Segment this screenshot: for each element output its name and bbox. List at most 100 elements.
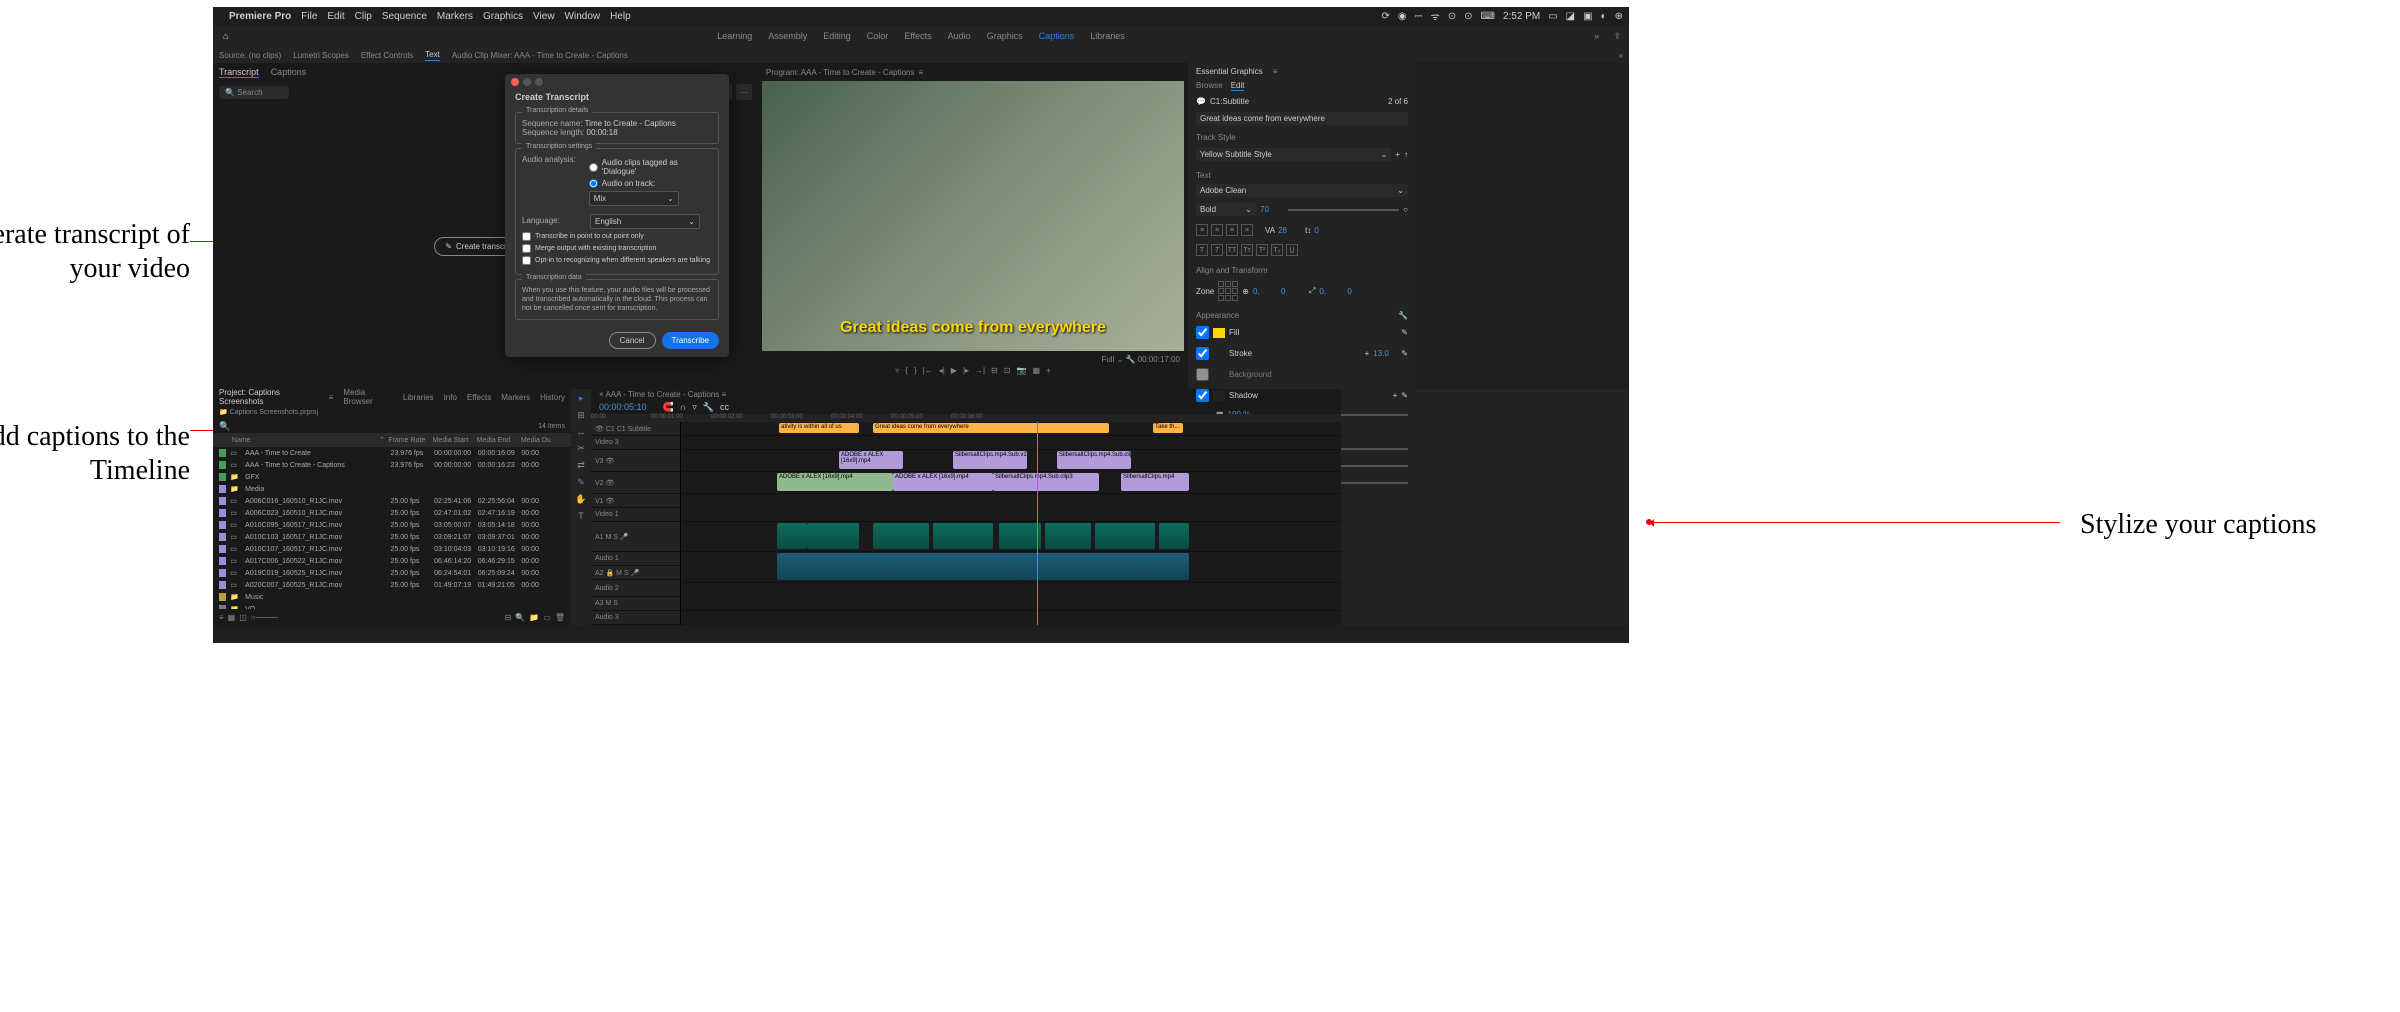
video-clip[interactable]: ADOBE x ALEX [16x9].mp4 bbox=[893, 473, 993, 491]
ripple-tool-icon[interactable]: ↔ bbox=[577, 427, 586, 437]
add-stroke-icon[interactable]: + bbox=[1365, 349, 1370, 358]
a1-header[interactable]: A1 M S 🎤 bbox=[595, 533, 629, 541]
col-start[interactable]: Media Start bbox=[433, 437, 477, 444]
eyedropper-icon[interactable]: ✎ bbox=[1401, 328, 1408, 337]
safe-margins-icon[interactable]: ▦ bbox=[1033, 366, 1041, 375]
project-item[interactable]: ▭AAA - Time to Create23.976 fps00:00:00:… bbox=[213, 447, 571, 459]
tab-captions[interactable]: Captions bbox=[271, 67, 307, 77]
proj-tab-effects[interactable]: Effects bbox=[467, 393, 491, 402]
more-icon[interactable]: ⋯ bbox=[736, 84, 752, 100]
add-shadow-icon[interactable]: + bbox=[1393, 391, 1398, 400]
zone-mr[interactable] bbox=[1232, 288, 1238, 294]
project-item[interactable]: ▭A010C095_160517_R1JC.mov25.00 fps03:05:… bbox=[213, 519, 571, 531]
tray-icon-3[interactable]: ▣ bbox=[1583, 11, 1592, 22]
track-select[interactable]: Mix⌄ bbox=[589, 191, 679, 206]
video-clip[interactable]: SilbersaltClips.mp4.Sub.clip3 bbox=[993, 473, 1099, 491]
zone-br[interactable] bbox=[1232, 295, 1238, 301]
tray-icon-5[interactable]: ⊕ bbox=[1615, 11, 1623, 22]
tray-icon-1[interactable]: ▭ bbox=[1548, 11, 1557, 22]
home-icon[interactable]: ⌂ bbox=[223, 31, 228, 41]
check-inout[interactable] bbox=[522, 232, 531, 241]
wrench-icon[interactable]: 🔧 bbox=[1398, 311, 1408, 320]
cancel-button[interactable]: Cancel bbox=[609, 332, 656, 349]
transcribe-button[interactable]: Transcribe bbox=[662, 332, 720, 349]
eg-menu-icon[interactable]: ≡ bbox=[1273, 67, 1278, 76]
col-name[interactable]: Name bbox=[232, 437, 379, 444]
bg-check[interactable] bbox=[1196, 368, 1209, 381]
bg-swatch[interactable] bbox=[1213, 370, 1225, 380]
find-icon[interactable]: 🔍 bbox=[515, 613, 525, 622]
zone-bc[interactable] bbox=[1225, 295, 1231, 301]
audio-clip[interactable] bbox=[777, 553, 1189, 580]
slip-tool-icon[interactable]: ⇄ bbox=[577, 460, 585, 471]
v2-header[interactable]: V2 👁 bbox=[595, 479, 614, 487]
a3-header[interactable]: A3 M S bbox=[595, 600, 618, 607]
pen-tool-icon[interactable]: ✎ bbox=[577, 477, 585, 488]
video-clip[interactable]: ADOBE x ALEX [16x9].mp4 bbox=[839, 451, 903, 469]
add-marker-icon[interactable]: ▿ bbox=[895, 366, 899, 375]
scale-x[interactable]: 0, bbox=[1319, 287, 1343, 296]
tray-icon-2[interactable]: ◪ bbox=[1566, 11, 1575, 22]
zone-mc[interactable] bbox=[1225, 288, 1231, 294]
play-icon[interactable]: ▶ bbox=[951, 366, 957, 375]
menu-view[interactable]: View bbox=[533, 11, 555, 22]
align-left-icon[interactable]: ≡ bbox=[1196, 224, 1208, 236]
spotlight-icon[interactable]: ⊙ bbox=[1448, 11, 1456, 22]
col-dur[interactable]: Media Du bbox=[521, 437, 565, 444]
pos-y[interactable]: 0 bbox=[1281, 287, 1305, 296]
sort-icon[interactable]: ⌃ bbox=[379, 436, 388, 444]
audio-clip[interactable] bbox=[873, 523, 929, 549]
project-item[interactable]: 📁Media bbox=[213, 483, 571, 495]
close-icon[interactable] bbox=[511, 78, 519, 86]
project-item[interactable]: ▭A017C006_160522_R1JC.mov25.00 fps06:46:… bbox=[213, 555, 571, 567]
zone-tr[interactable] bbox=[1232, 281, 1238, 287]
caption-clip[interactable]: Take th... bbox=[1153, 423, 1183, 433]
proj-tab-mediabrowser[interactable]: Media Browser bbox=[343, 388, 392, 406]
underline-icon[interactable]: U̲ bbox=[1286, 244, 1298, 256]
ws-learning[interactable]: Learning bbox=[717, 31, 752, 41]
faux-bold-icon[interactable]: T bbox=[1196, 244, 1208, 256]
list-view-icon[interactable]: ≡ bbox=[219, 613, 224, 622]
panel-menu-icon[interactable]: ≡ bbox=[919, 68, 924, 77]
ws-assembly[interactable]: Assembly bbox=[768, 31, 807, 41]
freeform-view-icon[interactable]: ◫ bbox=[239, 613, 247, 622]
project-item[interactable]: ▭AAA - Time to Create - Captions23.976 f… bbox=[213, 459, 571, 471]
eg-caption-text[interactable]: Great ideas come from everywhere bbox=[1200, 114, 1325, 123]
extract-icon[interactable]: ⊡ bbox=[1004, 366, 1011, 375]
mark-out-icon[interactable]: } bbox=[914, 366, 917, 375]
fit-dropdown[interactable]: Full bbox=[1101, 355, 1114, 364]
caption-clip[interactable]: Great ideas come from everywhere bbox=[873, 423, 1109, 433]
zoom-slider[interactable]: ○──── bbox=[251, 613, 279, 622]
zone-tl[interactable] bbox=[1218, 281, 1224, 287]
step-fwd-icon[interactable]: |▸ bbox=[963, 366, 969, 375]
size-reset-icon[interactable]: ○ bbox=[1403, 205, 1408, 214]
project-item[interactable]: ▭A019C019_160525_R1JC.mov25.00 fps06:24:… bbox=[213, 567, 571, 579]
settings-icon[interactable]: 🔧 bbox=[703, 402, 714, 413]
push-style-icon[interactable]: ↑ bbox=[1404, 150, 1408, 159]
video-clip[interactable]: SilbersaltClips.mp4 bbox=[1121, 473, 1189, 491]
audio-clip[interactable] bbox=[1045, 523, 1091, 549]
fill-check[interactable] bbox=[1196, 326, 1209, 339]
panel-menu-icon[interactable]: » bbox=[1619, 51, 1623, 60]
menu-edit[interactable]: Edit bbox=[327, 11, 344, 22]
project-item[interactable]: ▭A006C023_160510_R1JC.mov25.00 fps02:47:… bbox=[213, 507, 571, 519]
keyboard-icon[interactable]: ⌨ bbox=[1481, 11, 1495, 22]
new-bin-icon[interactable]: 📁 bbox=[529, 613, 539, 622]
mark-in-icon[interactable]: { bbox=[905, 366, 908, 375]
cc-toggle-icon[interactable]: cc bbox=[720, 402, 729, 412]
tab-source[interactable]: Source: (no clips) bbox=[219, 51, 281, 60]
search-input[interactable]: 🔍 Search bbox=[219, 86, 289, 99]
add-style-icon[interactable]: + bbox=[1395, 150, 1400, 159]
go-out-icon[interactable]: →| bbox=[975, 366, 985, 375]
zone-tc[interactable] bbox=[1225, 281, 1231, 287]
tray-icon-4[interactable]: ◐ bbox=[1601, 11, 1607, 22]
proj-tab-libraries[interactable]: Libraries bbox=[403, 393, 434, 402]
step-back-icon[interactable]: ◂| bbox=[939, 366, 945, 375]
menu-help[interactable]: Help bbox=[610, 11, 631, 22]
ws-audio[interactable]: Audio bbox=[948, 31, 971, 41]
tab-transcript[interactable]: Transcript bbox=[219, 67, 259, 78]
eg-browse-tab[interactable]: Browse bbox=[1196, 81, 1223, 91]
a2-header[interactable]: A2 🔒 M S 🎤 bbox=[595, 569, 639, 577]
subscript-icon[interactable]: T₂ bbox=[1271, 244, 1283, 256]
stroke-width[interactable]: 13.0 bbox=[1373, 349, 1397, 358]
